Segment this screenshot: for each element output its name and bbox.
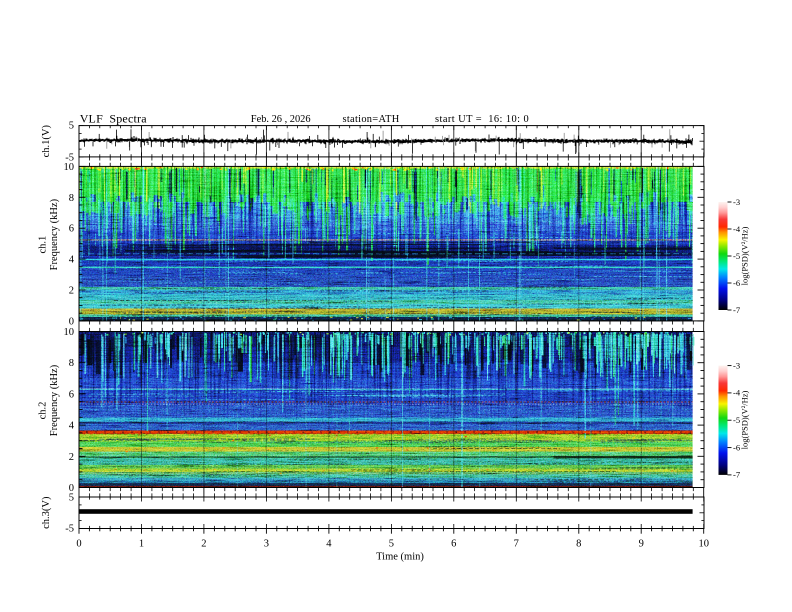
svg-text:Frequency (kHz): Frequency (kHz): [49, 198, 60, 270]
svg-text:ch.1(V): ch.1(V): [41, 125, 52, 158]
svg-text:5: 5: [69, 493, 74, 504]
svg-text:8: 8: [576, 538, 581, 549]
svg-text:Time (min): Time (min): [376, 552, 424, 563]
svg-text:ch.1: ch.1: [37, 236, 48, 254]
svg-text:log(PSD)(V²/Hz): log(PSD)(V²/Hz): [740, 226, 750, 285]
svg-text:start UT = 16: 10: 0: start UT = 16: 10: 0: [435, 114, 529, 125]
svg-text:8: 8: [69, 358, 74, 369]
svg-text:7: 7: [514, 538, 519, 549]
svg-text:1: 1: [139, 538, 144, 549]
svg-text:-3: -3: [733, 197, 740, 207]
svg-text:Feb. 26 , 2026: Feb. 26 , 2026: [251, 114, 311, 125]
svg-text:-3: -3: [733, 360, 740, 370]
svg-text:4: 4: [326, 538, 332, 549]
svg-text:log(PSD)(V²/Hz): log(PSD)(V²/Hz): [740, 390, 750, 449]
svg-text:9: 9: [639, 538, 644, 549]
svg-text:station=ATH: station=ATH: [343, 114, 400, 125]
svg-text:4: 4: [69, 255, 75, 266]
svg-text:8: 8: [69, 193, 74, 204]
svg-text:5: 5: [389, 538, 394, 549]
svg-text:10: 10: [64, 327, 75, 338]
svg-text:0: 0: [69, 316, 74, 327]
svg-text:6: 6: [69, 389, 74, 400]
svg-text:VLF Spectra: VLF Spectra: [80, 111, 148, 125]
svg-text:ch.3(V): ch.3(V): [41, 496, 52, 529]
svg-text:10: 10: [698, 538, 709, 549]
svg-text:6: 6: [451, 538, 456, 549]
svg-text:ch.2: ch.2: [38, 402, 49, 420]
svg-text:4: 4: [69, 421, 75, 432]
svg-text:2: 2: [69, 452, 74, 463]
svg-text:2: 2: [69, 286, 74, 297]
svg-text:3: 3: [264, 538, 269, 549]
svg-text:-5: -5: [65, 524, 74, 535]
svg-text:Frequency (kHz): Frequency (kHz): [49, 364, 60, 436]
svg-text:2: 2: [201, 538, 206, 549]
svg-text:-7: -7: [733, 305, 740, 315]
svg-text:-7: -7: [733, 470, 740, 480]
svg-text:0: 0: [76, 538, 81, 549]
svg-text:6: 6: [69, 224, 74, 235]
svg-text:5: 5: [69, 121, 74, 132]
svg-text:10: 10: [64, 162, 75, 173]
